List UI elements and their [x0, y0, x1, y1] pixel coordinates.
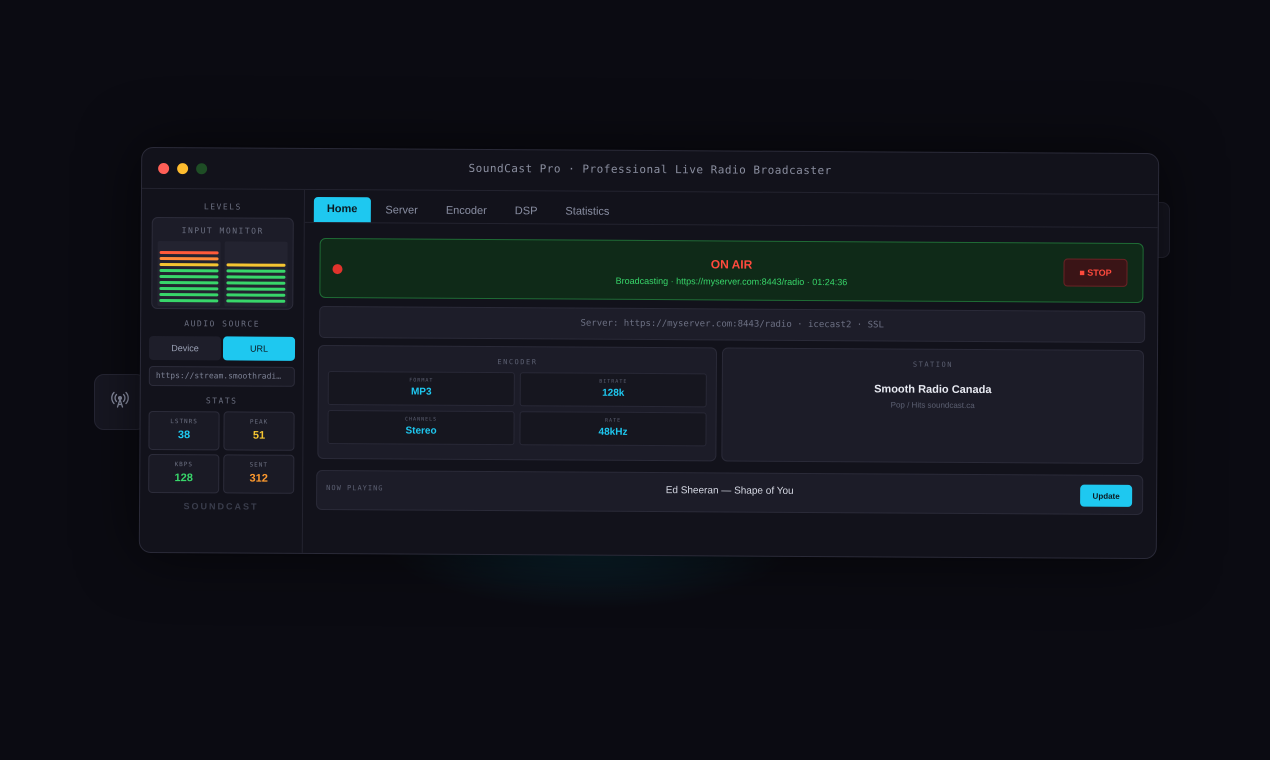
meter-segment	[159, 275, 219, 279]
main-panel: Home Server Encoder DSP Statistics ON AI…	[303, 189, 1158, 558]
meter-segment	[226, 299, 286, 303]
stop-button[interactable]: ■ STOP	[1063, 258, 1128, 287]
level-meters	[152, 235, 292, 307]
encoder-key: BITRATE	[599, 378, 628, 385]
encoder-key: RATE	[605, 417, 622, 424]
station-genre: Pop / Hits soundcast.ca	[890, 400, 975, 410]
stats-label: STATS	[205, 396, 238, 406]
meter-segment	[159, 281, 219, 285]
level-meter-right	[224, 241, 288, 307]
stat-value: 51	[252, 429, 266, 442]
meter-segment	[226, 281, 286, 285]
stat-kbps: KBPS 128	[148, 453, 220, 494]
app-window: SoundCast Pro · Professional Live Radio …	[138, 146, 1160, 560]
meter-segment	[159, 287, 219, 291]
meter-segment	[159, 257, 219, 261]
meter-segment	[226, 287, 286, 291]
meter-segment	[159, 269, 219, 273]
station-name: Smooth Radio Canada	[874, 383, 992, 397]
levels-label: LEVELS	[203, 202, 242, 212]
encoder-label: ENCODER	[497, 358, 538, 367]
meter-segment	[226, 263, 286, 267]
sidebar: LEVELS INPUT MONITOR AUDIO SOURCE Device…	[139, 188, 305, 553]
meter-segment	[160, 245, 219, 248]
encoder-format: FORMAT MP3	[327, 371, 515, 407]
encoder-panel: ENCODER FORMAT MP3 BITRATE 128k CHANNELS…	[317, 344, 718, 462]
station-label: STATION	[912, 360, 953, 369]
server-info-bar: Server: https://myserver.com:8443/radio …	[319, 305, 1146, 344]
station-panel: STATION Smooth Radio Canada Pop / Hits s…	[721, 347, 1145, 465]
stat-peak: PEAK 51	[223, 411, 295, 451]
meter-segment	[226, 293, 286, 297]
now-playing-bar: NOW PLAYING Ed Sheeran — Shape of You Up…	[316, 469, 1144, 516]
antenna-icon	[110, 390, 130, 415]
audio-source-label: AUDIO SOURCE	[184, 319, 261, 329]
tab-home[interactable]: Home	[313, 196, 371, 223]
tab-statistics[interactable]: Statistics	[552, 199, 622, 223]
stream-url-input[interactable]: https://stream.smoothradi…	[148, 365, 295, 387]
stat-key: SENT	[249, 461, 269, 469]
tab-server[interactable]: Server	[372, 198, 431, 222]
encoder-key: FORMAT	[409, 377, 434, 384]
meter-segment	[226, 269, 286, 273]
meter-segment	[227, 245, 286, 248]
encoder-value: Stereo	[405, 425, 437, 437]
stat-key: KBPS	[174, 461, 194, 469]
broadcast-status: Broadcasting · https://myserver.com:8443…	[615, 275, 848, 288]
stats-grid: LSTNRS 38 PEAK 51 KBPS 128 SENT 312	[148, 410, 295, 494]
source-device-button[interactable]: Device	[148, 335, 222, 361]
stat-key: PEAK	[249, 418, 269, 426]
audio-source-toggle: Device URL	[148, 335, 296, 361]
encoder-value: 128k	[602, 387, 625, 399]
encoder-channels: CHANNELS Stereo	[327, 410, 515, 446]
stat-listeners: LSTNRS 38	[148, 410, 220, 451]
tab-encoder[interactable]: Encoder	[433, 199, 500, 223]
encoder-bitrate: BITRATE 128k	[519, 372, 707, 408]
stat-key: LSTNRS	[170, 418, 198, 426]
broadcast-widget[interactable]	[94, 374, 146, 430]
meter-segment	[226, 275, 286, 279]
meter-segment	[159, 251, 219, 255]
encoder-rate: RATE 48kHz	[519, 411, 707, 447]
now-playing-song: Ed Sheeran — Shape of You	[665, 485, 794, 497]
brand-logo-text: SOUNDCAST	[183, 501, 259, 512]
encoder-value: 48kHz	[598, 426, 628, 438]
source-url-button[interactable]: URL	[222, 336, 296, 361]
encoder-value: MP3	[410, 386, 432, 398]
tab-dsp[interactable]: DSP	[502, 199, 551, 223]
stat-value: 38	[177, 429, 191, 442]
stat-sent: SENT 312	[223, 454, 295, 494]
update-button[interactable]: Update	[1080, 484, 1133, 507]
encoder-key: CHANNELS	[405, 416, 438, 423]
meter-segment	[159, 263, 219, 267]
level-meter-left	[157, 240, 221, 307]
input-monitor: INPUT MONITOR	[151, 216, 294, 310]
title-bar: SoundCast Pro · Professional Live Radio …	[141, 147, 1159, 196]
tab-bar: Home Server Encoder DSP Statistics	[304, 189, 1158, 229]
meter-segment	[159, 299, 219, 303]
meter-segment	[159, 293, 219, 297]
window-title: SoundCast Pro · Professional Live Radio …	[468, 161, 832, 178]
stat-value: 128	[174, 472, 193, 485]
on-air-banner: ON AIR Broadcasting · https://myserver.c…	[319, 237, 1144, 304]
stat-value: 312	[249, 472, 268, 485]
on-air-title: ON AIR	[710, 257, 753, 272]
meter-segment	[227, 251, 286, 254]
meter-segment	[227, 257, 286, 260]
